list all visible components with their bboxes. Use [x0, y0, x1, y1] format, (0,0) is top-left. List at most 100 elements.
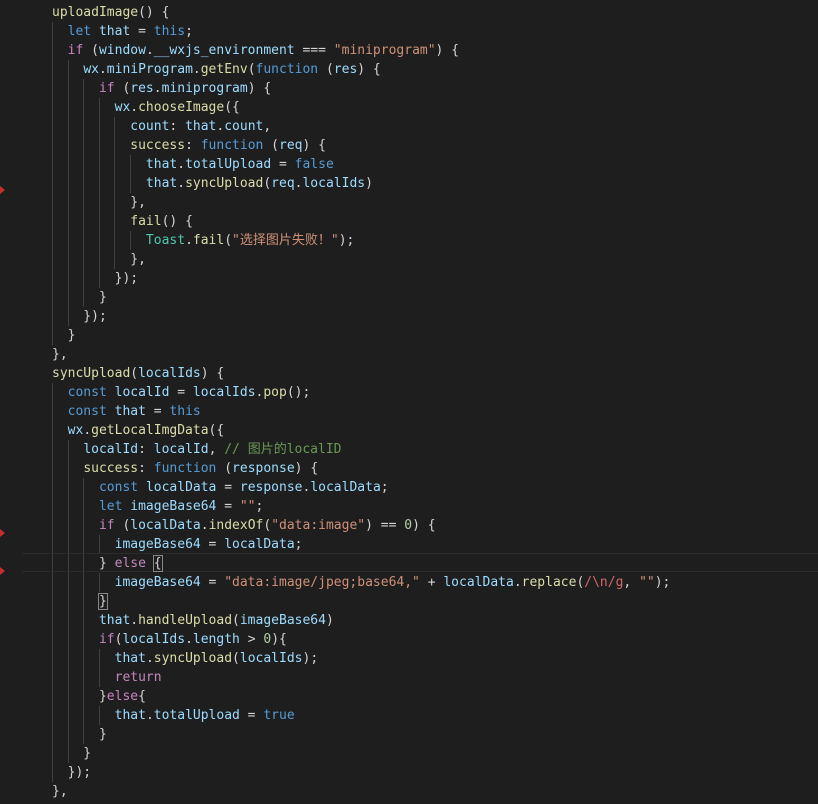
code-token: });: [52, 271, 139, 286]
code-token: "data:image/jpeg;base64,": [224, 575, 420, 590]
code-token: "选择图片失败！": [232, 233, 339, 248]
code-token: ) {: [200, 366, 225, 381]
code-token: (: [83, 43, 99, 58]
code-token: ,: [263, 119, 272, 134]
code-line: Toast.fail("选择图片失败！");: [52, 231, 354, 250]
code-line: that.syncUpload(req.localIds): [52, 174, 373, 193]
code-token: if: [67, 43, 84, 58]
code-line: }else{: [52, 687, 146, 706]
code-token: /\n/g: [584, 575, 624, 590]
code-token: return: [114, 670, 162, 685]
code-token: syncUpload: [185, 176, 264, 191]
code-token: );: [338, 233, 355, 248]
code-token: wx: [67, 423, 84, 438]
code-token: }: [52, 689, 107, 704]
code-token: ): [325, 613, 334, 628]
code-token: 0: [404, 518, 413, 533]
code-token: response: [239, 480, 303, 495]
code-token: .: [153, 81, 162, 96]
code-line: }: [52, 725, 107, 744]
code-token: ) {: [412, 518, 436, 533]
code-token: .: [130, 100, 139, 115]
code-token: localIds: [122, 632, 186, 647]
breakpoint-marker[interactable]: [0, 529, 5, 537]
breakpoint-marker[interactable]: [0, 186, 5, 194]
code-line: }: [52, 326, 76, 345]
code-line: if (window.__wxjs_environment === "minip…: [52, 41, 459, 60]
code-token: if: [98, 81, 115, 96]
code-token: window: [98, 43, 146, 58]
code-token: ;: [255, 499, 264, 514]
code-token: :: [169, 119, 186, 134]
breakpoint-marker[interactable]: [0, 567, 5, 575]
code-token: true: [263, 708, 295, 723]
code-token: .: [83, 423, 92, 438]
code-editor[interactable]: uploadImage() { let that = this; if (win…: [0, 0, 818, 804]
code-token: =: [130, 24, 154, 39]
code-token: .: [177, 157, 186, 172]
code-line: },: [52, 193, 146, 212]
code-line: const localId = localIds.pop();: [52, 383, 311, 402]
code-line: },: [52, 782, 68, 801]
code-token: function: [255, 62, 319, 77]
code-token: .: [145, 43, 154, 58]
code-token: ): [365, 176, 373, 191]
code-line: count: that.count,: [52, 117, 271, 136]
code-token: imageBase64: [239, 613, 326, 628]
code-token: =: [216, 480, 240, 495]
code-token: (: [263, 176, 272, 191]
code-token: ,: [623, 575, 640, 590]
code-token: ;: [185, 24, 193, 39]
code-token: const: [67, 385, 107, 400]
code-token: localIds: [192, 385, 256, 400]
code-line: });: [52, 307, 107, 326]
code-token: const: [67, 404, 107, 419]
code-token: .: [145, 651, 154, 666]
code-token: wx: [83, 62, 99, 77]
code-token: =: [145, 404, 170, 419]
code-token: =: [216, 499, 240, 514]
code-line: }: [52, 288, 107, 307]
code-token: },: [52, 784, 68, 799]
code-line: const that = this: [52, 402, 201, 421]
code-token: that: [145, 157, 178, 172]
code-token: length: [192, 632, 240, 647]
code-token: chooseImage: [138, 100, 225, 115]
code-token: imageBase64: [130, 499, 217, 514]
code-token: ) {: [357, 62, 381, 77]
code-token: function: [153, 461, 217, 476]
code-line: },: [52, 345, 68, 364]
code-token: pop: [263, 385, 287, 400]
code-token: "": [639, 575, 655, 590]
code-token: );: [302, 651, 319, 666]
code-line: that.syncUpload(localIds);: [52, 649, 319, 668]
code-line: if (localData.indexOf("data:image") == 0…: [52, 516, 436, 535]
code-token: (: [247, 62, 256, 77]
code-token: (: [114, 81, 131, 96]
code-line: imageBase64 = "data:image/jpeg;base64," …: [52, 573, 671, 592]
code-token: localData: [443, 575, 514, 590]
code-token: .: [192, 62, 201, 77]
code-token: .: [200, 518, 209, 533]
code-token: 0: [263, 632, 272, 647]
code-token: localId: [83, 442, 139, 457]
code-token: (: [232, 651, 240, 666]
code-token: }: [52, 328, 76, 343]
